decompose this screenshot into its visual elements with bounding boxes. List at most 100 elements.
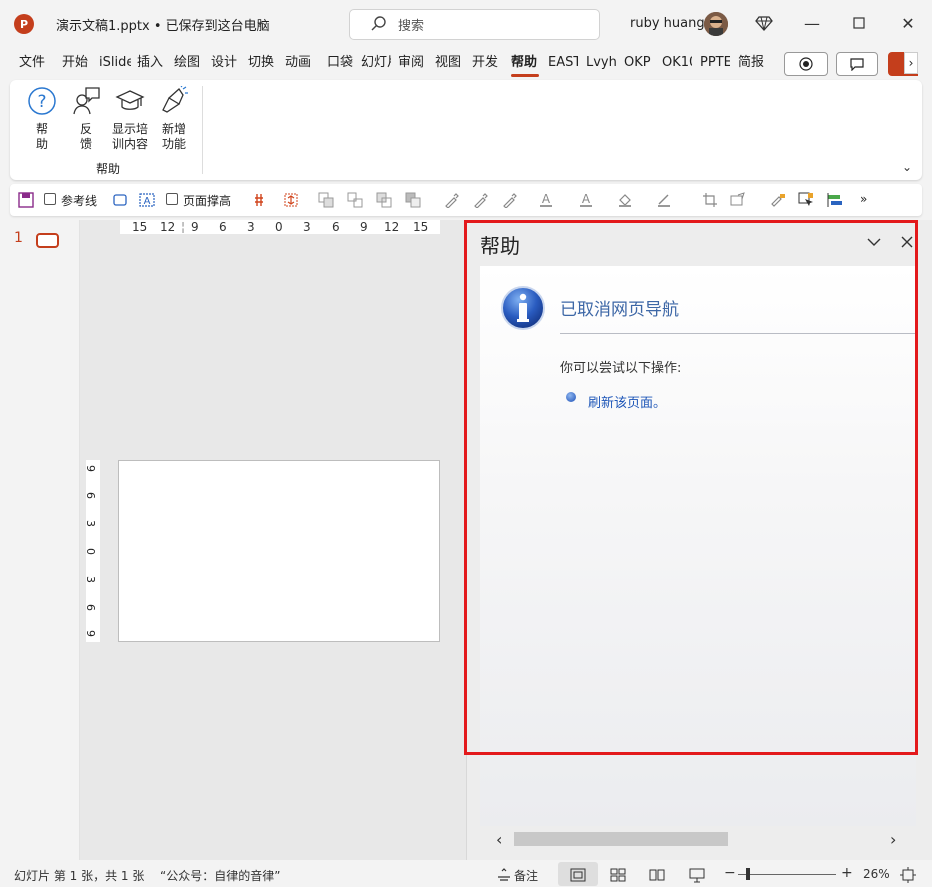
- normal-view-icon[interactable]: [570, 867, 586, 883]
- active-tab-indicator: [511, 74, 539, 77]
- zoom-slider[interactable]: [738, 874, 836, 875]
- ruler-tick-label: 3: [303, 220, 311, 234]
- show-training-button[interactable]: 显示培 训内容: [108, 86, 152, 152]
- scroll-left-icon[interactable]: ‹: [496, 830, 502, 849]
- svg-text:?: ?: [37, 92, 46, 112]
- chevron-down-icon[interactable]: ⌄: [255, 14, 265, 28]
- tab-help[interactable]: 帮助: [511, 54, 539, 76]
- tab-easti[interactable]: EASTI: [548, 54, 578, 76]
- tab-slideshow[interactable]: 幻灯片: [361, 54, 391, 76]
- slide-thumbnail[interactable]: [36, 233, 59, 248]
- help-button[interactable]: ? 帮 助: [22, 86, 62, 152]
- fit-to-window-icon[interactable]: [900, 867, 916, 883]
- notes-button[interactable]: 备注: [514, 867, 538, 884]
- tab-transitions[interactable]: 切换: [248, 54, 276, 76]
- shape-outline-icon[interactable]: [112, 192, 128, 208]
- svg-text:A: A: [542, 192, 551, 206]
- horizontal-scrollbar-thumb[interactable]: [514, 832, 728, 846]
- text-outline-icon[interactable]: A: [578, 192, 594, 208]
- tab-animations[interactable]: 动画: [285, 54, 313, 76]
- collapse-ribbon-icon[interactable]: ⌄: [902, 160, 912, 174]
- quick-access-toolbar: 参考线 A 页面撑高 A A »: [10, 184, 922, 216]
- tab-insert[interactable]: 插入: [137, 54, 165, 76]
- tab-file[interactable]: 文件: [19, 54, 47, 76]
- tab-lvyh[interactable]: Lvyh: [586, 54, 618, 76]
- tab-design[interactable]: 设计: [211, 54, 239, 76]
- send-backward-icon[interactable]: [376, 192, 392, 208]
- eyedropper-icon[interactable]: [444, 192, 460, 208]
- page-fit-checkbox[interactable]: [166, 193, 178, 205]
- zoom-in-button[interactable]: +: [841, 865, 853, 881]
- scroll-right-icon[interactable]: ›: [890, 830, 896, 849]
- user-name[interactable]: ruby huang: [630, 16, 705, 31]
- training-icon: [115, 90, 145, 110]
- tab-pocket[interactable]: 口袋: [327, 54, 355, 76]
- textbox-icon[interactable]: A: [139, 192, 155, 208]
- record-button[interactable]: [784, 52, 828, 76]
- zoom-level[interactable]: 26%: [863, 867, 890, 881]
- tab-view[interactable]: 视图: [435, 54, 463, 76]
- ruler-tick-label: 9: [84, 630, 97, 637]
- guides-checkbox[interactable]: [44, 193, 56, 205]
- eyedropper-fill-icon[interactable]: [473, 192, 489, 208]
- bring-forward-icon[interactable]: [318, 192, 334, 208]
- tab-home[interactable]: 开始: [62, 54, 90, 76]
- tab-developer[interactable]: 开发: [472, 54, 502, 76]
- avatar[interactable]: [704, 12, 728, 36]
- tab-review[interactable]: 审阅: [398, 54, 426, 76]
- slide-sorter-icon[interactable]: [610, 867, 626, 883]
- document-title[interactable]: 演示文稿1.pptx • 已保存到这台电脑: [56, 15, 270, 34]
- maximize-button[interactable]: [844, 8, 874, 38]
- whats-new-icon: [162, 85, 188, 113]
- account-status: “公众号：自律的音律”: [160, 869, 281, 883]
- slide-number: 1: [14, 230, 23, 246]
- tab-jianbao[interactable]: 简报: [738, 54, 768, 76]
- group-icon[interactable]: [347, 192, 363, 208]
- ribbon-panel: ? 帮 助 反 馈 显示培 训内容 新增 功能 帮助 ⌄: [10, 80, 922, 180]
- eyedropper-line-icon[interactable]: [502, 192, 518, 208]
- close-window-button[interactable]: ✕: [893, 8, 923, 38]
- show-training-label: 显示培 训内容: [111, 122, 148, 151]
- distribute-icon[interactable]: [254, 192, 270, 208]
- comments-button[interactable]: [836, 52, 878, 76]
- ruler-tick-label: 6: [84, 492, 97, 499]
- line-color-icon[interactable]: [656, 192, 672, 208]
- tab-okp[interactable]: OKP: [624, 54, 654, 76]
- svg-text:A: A: [144, 196, 151, 207]
- more-tools-icon[interactable]: »: [860, 192, 867, 206]
- svg-text:A: A: [582, 192, 591, 206]
- slide-canvas[interactable]: [118, 460, 440, 642]
- minimize-button[interactable]: —: [797, 8, 827, 38]
- arrange-icon[interactable]: [405, 192, 421, 208]
- zoom-out-button[interactable]: −: [724, 865, 736, 881]
- tab-islide[interactable]: iSlide: [99, 54, 131, 76]
- replace-image-icon[interactable]: [730, 192, 746, 208]
- align-tool-icon[interactable]: [827, 192, 843, 208]
- chevron-right-icon[interactable]: ›: [904, 52, 918, 74]
- ruler-tick-label: 3: [84, 520, 97, 527]
- format-painter-icon[interactable]: [770, 192, 786, 208]
- tab-ok10[interactable]: OK10: [662, 54, 692, 76]
- select-objects-icon[interactable]: [798, 192, 814, 208]
- tab-draw[interactable]: 绘图: [174, 54, 202, 76]
- tab-ppte[interactable]: PPTE: [700, 54, 730, 76]
- reading-view-icon[interactable]: [649, 867, 665, 883]
- page-fit-label: 页面撑高: [183, 194, 232, 208]
- ruler-tick-label: 0: [275, 220, 283, 234]
- record-icon: [799, 57, 813, 71]
- align-center-icon[interactable]: [283, 192, 299, 208]
- group-divider: [202, 86, 203, 174]
- whats-new-button[interactable]: 新增 功能: [154, 85, 194, 152]
- premium-diamond-icon[interactable]: [755, 14, 773, 32]
- notes-icon[interactable]: [496, 867, 512, 883]
- crop-icon[interactable]: [702, 192, 718, 208]
- fill-color-icon[interactable]: [617, 192, 633, 208]
- maximize-icon: [853, 17, 865, 29]
- feedback-button-label: 反 馈: [79, 122, 92, 151]
- search-icon: [371, 16, 386, 31]
- zoom-slider-thumb[interactable]: [746, 868, 750, 880]
- save-icon[interactable]: [18, 192, 34, 208]
- slideshow-icon[interactable]: [689, 867, 705, 883]
- feedback-button[interactable]: 反 馈: [66, 86, 106, 152]
- font-color-icon[interactable]: A: [538, 192, 554, 208]
